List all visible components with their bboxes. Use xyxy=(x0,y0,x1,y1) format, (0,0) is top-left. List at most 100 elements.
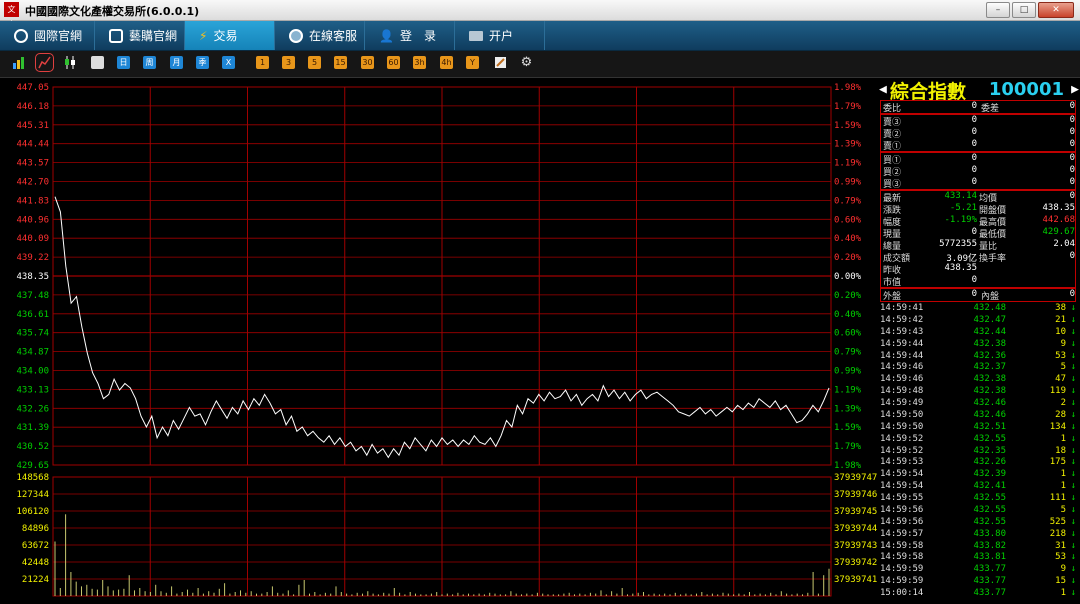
percent-tick-label: 1.59% xyxy=(834,121,862,131)
tick-price: 433.81 xyxy=(973,552,1006,563)
tick-time: 14:59:59 xyxy=(880,576,924,587)
price-tick-label: 445.31 xyxy=(16,121,49,131)
candlestick-icon[interactable] xyxy=(64,56,77,69)
settings-gear-icon[interactable]: ⚙ xyxy=(520,56,533,69)
row-value: 0 xyxy=(971,139,977,149)
tick-volume: 10 xyxy=(1055,326,1066,337)
tick-price: 432.36 xyxy=(973,350,1006,361)
down-arrow-icon: ↓ xyxy=(1070,528,1076,539)
tick-time: 14:59:56 xyxy=(880,504,924,515)
row-label: 外盤 xyxy=(883,292,902,302)
tick-volume: 175 xyxy=(1049,457,1066,468)
year-button[interactable]: Y xyxy=(466,56,479,69)
period-x-button[interactable]: X xyxy=(222,56,235,69)
tick-price: 432.51 xyxy=(973,421,1006,432)
maximize-button[interactable]: □ xyxy=(1012,2,1036,18)
nav-online-service[interactable]: 在線客服 xyxy=(275,21,365,50)
row-label: 賣① xyxy=(883,142,902,152)
minute-5-button[interactable]: 5 xyxy=(308,56,321,69)
main-nav: 國際官網 藝購官網 ⚡ 交易 在線客服 👤 登 录 开户 xyxy=(0,21,1080,51)
percent-tick-label: 0.60% xyxy=(834,329,862,339)
volume-tick-label: 63672 xyxy=(22,541,49,551)
tick-row: 14:59:46 432.38 47 ↓ xyxy=(880,374,1076,386)
nav-open-account[interactable]: 开户 xyxy=(455,21,545,50)
row-value-2: 438.35 xyxy=(1042,203,1075,213)
order-ratio-box: 委比 0 委差 0 xyxy=(880,100,1076,114)
tick-row: 14:59:57 433.80 218 ↓ xyxy=(880,529,1076,541)
flash-icon: ⚡ xyxy=(199,28,208,43)
tick-price: 432.46 xyxy=(973,409,1006,420)
minute-1-button[interactable]: 1 xyxy=(256,56,269,69)
percent-tick-label: 1.59% xyxy=(834,423,862,433)
down-arrow-icon: ↓ xyxy=(1070,564,1076,575)
bar-chart-icon[interactable] xyxy=(12,56,25,69)
draw-pen-icon[interactable] xyxy=(494,56,507,69)
volume-tick-label: 42448 xyxy=(22,558,49,568)
intraday-chart: 447.05 1.98% 446.18 1.79% 445.31 1.59% 444.44 1… xyxy=(0,78,878,600)
minimize-button[interactable]: – xyxy=(986,2,1010,18)
tick-volume: 21 xyxy=(1055,314,1066,325)
close-button[interactable]: ✕ xyxy=(1038,2,1074,18)
tick-row: 14:59:59 433.77 9 ↓ xyxy=(880,564,1076,576)
price-tick-label: 444.44 xyxy=(16,140,49,150)
row-value: -1.19% xyxy=(944,215,977,225)
tick-row: 14:59:53 432.26 175 ↓ xyxy=(880,457,1076,469)
period-quarter-button[interactable]: 季 xyxy=(196,56,209,69)
period-week-button[interactable]: 周 xyxy=(143,56,156,69)
minute-3-button[interactable]: 3 xyxy=(282,56,295,69)
line-chart-icon[interactable] xyxy=(35,53,54,72)
next-instrument-icon[interactable]: ▶ xyxy=(1071,82,1079,97)
prev-instrument-icon[interactable]: ◀ xyxy=(879,82,887,97)
down-arrow-icon: ↓ xyxy=(1070,326,1076,337)
row-value-2: 442.68 xyxy=(1042,215,1075,225)
percent-tick-label: 0.60% xyxy=(834,215,862,225)
down-arrow-icon: ↓ xyxy=(1070,481,1076,492)
minute-60-button[interactable]: 60 xyxy=(387,56,400,69)
chart-toolbar: 日 周 月 季 X 1 3 5 15 30 60 3h 4h Y ⚙ xyxy=(0,51,1080,78)
nav-label: 在線客服 xyxy=(309,29,358,43)
ask-level-row: 賣① 0 0 xyxy=(881,139,1077,152)
tick-volume: 134 xyxy=(1049,421,1066,432)
calendar-icon[interactable] xyxy=(91,56,104,69)
period-month-button[interactable]: 月 xyxy=(170,56,183,69)
tick-time: 14:59:44 xyxy=(880,338,924,349)
hour-3-button[interactable]: 3h xyxy=(413,56,426,69)
price-tick-label: 436.61 xyxy=(16,310,49,320)
tick-volume: 53 xyxy=(1055,350,1066,361)
outer-inner-box: 外盤 0 內盤 0 xyxy=(880,288,1076,302)
row-value: 0 xyxy=(971,165,977,175)
card-icon xyxy=(469,30,483,41)
tick-volume: 5 xyxy=(1060,362,1066,373)
nav-art-site[interactable]: 藝購官網 xyxy=(95,21,185,50)
down-arrow-icon: ↓ xyxy=(1070,314,1076,325)
tick-time: 14:59:42 xyxy=(880,314,924,325)
minute-15-button[interactable]: 15 xyxy=(334,56,347,69)
tick-time: 14:59:59 xyxy=(880,564,924,575)
row-value-2: 0 xyxy=(1069,165,1075,175)
hour-4-button[interactable]: 4h xyxy=(440,56,453,69)
down-arrow-icon: ↓ xyxy=(1070,433,1076,444)
tick-time: 14:59:55 xyxy=(880,493,924,504)
row-value-2: 0 xyxy=(1069,191,1075,201)
down-arrow-icon: ↓ xyxy=(1070,516,1076,527)
minute-30-button[interactable]: 30 xyxy=(361,56,374,69)
price-tick-label: 435.74 xyxy=(16,329,49,339)
nav-intl-site[interactable]: 國際官網 xyxy=(0,21,95,50)
row-value-2: 0 xyxy=(1069,251,1075,261)
row-value: 0 xyxy=(971,153,977,163)
nav-trade[interactable]: ⚡ 交易 xyxy=(185,21,275,50)
tick-volume: 18 xyxy=(1055,445,1066,456)
volume-right-tick-label: 37939743 xyxy=(834,541,877,551)
period-day-button[interactable]: 日 xyxy=(117,56,130,69)
price-tick-label: 429.65 xyxy=(16,461,49,471)
quote-stat-row: 成交額 3.09亿 換手率 0 xyxy=(881,251,1077,264)
nav-login[interactable]: 👤 登 录 xyxy=(365,21,455,50)
down-arrow-icon: ↓ xyxy=(1070,398,1076,409)
ask-level-row: 賣③ 0 0 xyxy=(881,115,1077,128)
tick-time: 14:59:57 xyxy=(880,528,924,539)
tick-time: 14:59:50 xyxy=(880,421,924,432)
percent-tick-label: 0.20% xyxy=(834,253,862,263)
down-arrow-icon: ↓ xyxy=(1070,504,1076,515)
percent-tick-label: 1.19% xyxy=(834,159,862,169)
tick-row: 14:59:54 432.39 1 ↓ xyxy=(880,469,1076,481)
